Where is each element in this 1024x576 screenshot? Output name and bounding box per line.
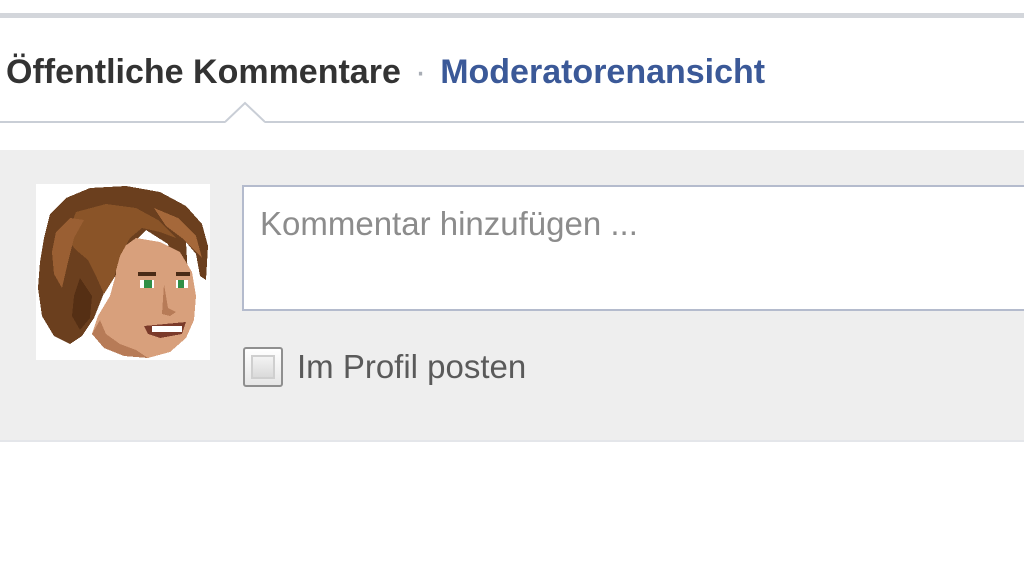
comment-composer: Im Profil posten [0, 150, 1024, 442]
checkbox-box-icon [251, 355, 275, 379]
post-to-profile-checkbox[interactable] [243, 347, 283, 387]
top-divider [0, 13, 1024, 18]
tab-separator: · [414, 52, 427, 91]
comment-input[interactable] [242, 185, 1024, 311]
tabs-underline [0, 121, 1024, 123]
post-to-profile-label[interactable]: Im Profil posten [297, 348, 526, 386]
tab-moderator-view[interactable]: Moderatorenansicht [440, 53, 765, 92]
tab-public-comments[interactable]: Öffentliche Kommentare [6, 53, 401, 92]
active-tab-notch [225, 101, 265, 123]
comment-view-tabs: Öffentliche Kommentare · Moderatorenansi… [6, 50, 765, 94]
post-to-profile-option[interactable]: Im Profil posten [243, 344, 526, 390]
user-avatar-icon[interactable] [36, 184, 210, 360]
